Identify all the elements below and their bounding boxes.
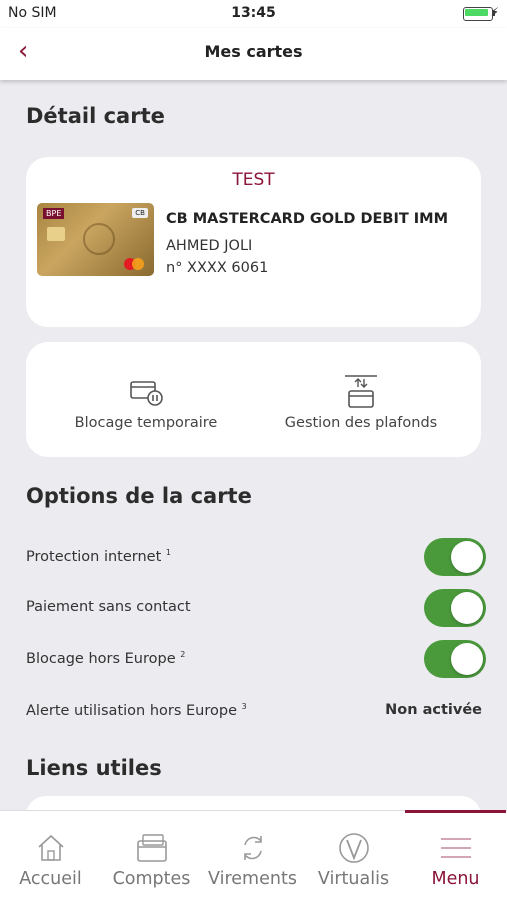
bank-logo: BPE [43,208,65,219]
card-nickname: TEST [232,170,275,190]
accounts-icon [136,834,167,862]
tab-comptes[interactable]: Comptes [101,811,202,900]
tab-label: Accueil [19,869,82,889]
transfer-icon [243,836,262,860]
cb-logo: CB [132,208,148,218]
option-label: Protection internet 1 [26,548,171,565]
outside-europe-block-toggle[interactable] [424,640,486,678]
card-image: BPE CB [37,203,154,276]
option-row-contactless: Paiement sans contact [26,587,486,631]
card-limits-icon [345,375,377,408]
content-scroll[interactable]: Détail carte TEST BPE CB CB MASTERCARD G… [0,80,507,810]
tab-virements[interactable]: Virements [202,811,303,900]
tab-label: Menu [431,869,480,889]
option-label: Paiement sans contact [26,599,191,615]
contactless-toggle[interactable] [424,589,486,627]
option-label: Alerte utilisation hors Europe 3 [26,702,247,719]
tab-menu[interactable]: Menu [405,810,506,900]
card-name: CB MASTERCARD GOLD DEBIT IMM [166,211,449,227]
clock: 13:45 [231,5,276,21]
card-limits-button[interactable]: Gestion des plafonds [261,342,461,457]
internet-protection-toggle[interactable] [424,538,486,576]
temporary-block-label: Blocage temporaire [74,415,218,431]
battery-icon: ⚡ [463,5,499,21]
card-number: n° XXXX 6061 [166,260,269,276]
card-holder: AHMED JOLI [166,238,253,254]
chip-icon [47,227,65,241]
card-options-title: Options de la carte [26,484,252,508]
tab-label: Virements [208,869,297,889]
tab-label: Comptes [112,869,191,889]
emblem-icon [83,223,115,255]
status-bar: No SIM 13:45 ⚡ [0,0,507,28]
option-row-internet-protection: Protection internet 1 [26,536,486,580]
card-limits-label: Gestion des plafonds [284,415,438,431]
tab-accueil[interactable]: Accueil [0,811,101,900]
virtualis-icon [338,833,369,863]
option-row-outside-europe-block: Blocage hors Europe 2 [26,638,486,682]
option-row-outside-europe-alert[interactable]: Alerte utilisation hors Europe 3 Non act… [26,690,486,734]
alert-status: Non activée [385,702,482,718]
card-pause-icon [130,381,163,406]
temporary-block-button[interactable]: Blocage temporaire [46,342,246,457]
menu-icon [440,838,471,858]
card-detail-panel: TEST BPE CB CB MASTERCARD GOLD DEBIT IMM… [26,157,481,327]
useful-links-title: Liens utiles [26,756,162,780]
card-detail-title: Détail carte [26,104,165,128]
tab-bar: Accueil Comptes Virements Virtualis Menu [0,810,507,900]
home-icon [37,834,64,861]
tab-label: Virtualis [317,869,390,889]
option-label: Blocage hors Europe 2 [26,650,186,667]
mastercard-logo-circle [132,258,144,270]
card-actions-panel: Blocage temporaire Gestion des plafonds [26,342,481,457]
useful-links-panel [26,796,481,810]
tab-virtualis[interactable]: Virtualis [303,811,404,900]
page-title: Mes cartes [204,42,303,61]
navigation-bar: ‹ Mes cartes [0,28,507,80]
